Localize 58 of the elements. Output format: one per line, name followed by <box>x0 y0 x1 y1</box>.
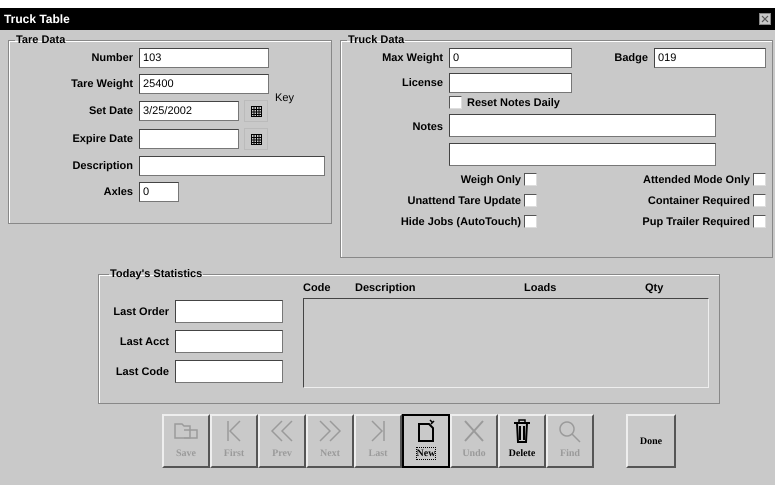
input-field[interactable] <box>449 143 716 166</box>
calendar-button[interactable] <box>244 128 268 150</box>
column-header: Qty <box>645 282 664 294</box>
column-header: Description <box>355 282 416 294</box>
group-title: Truck Data <box>347 34 406 46</box>
checkbox[interactable] <box>524 194 537 207</box>
input-field[interactable]: 3/25/2002 <box>139 101 239 121</box>
field-label: Last Acct <box>118 336 169 348</box>
field-label: Last Order <box>112 306 169 318</box>
checkbox-label: Reset Notes Daily <box>467 96 560 108</box>
checkbox-label: Weigh Only <box>460 174 521 186</box>
input-field[interactable] <box>175 330 283 353</box>
field-label: Set Date <box>88 105 133 117</box>
input-field[interactable]: 0 <box>449 48 572 68</box>
close-icon[interactable] <box>759 13 771 25</box>
key-label: Key <box>275 92 294 104</box>
input-field[interactable]: 103 <box>139 48 269 68</box>
field-label: Expire Date <box>71 133 133 145</box>
checkbox[interactable] <box>524 173 537 186</box>
checkbox[interactable] <box>753 194 766 207</box>
toolbar-button[interactable]: New <box>402 414 450 468</box>
field-label: Tare Weight <box>70 78 133 90</box>
checkbox[interactable] <box>524 215 537 228</box>
input-field[interactable] <box>139 129 239 149</box>
checkbox-label: Hide Jobs (AutoTouch) <box>400 216 521 228</box>
done-button[interactable]: Done <box>626 414 676 468</box>
input-field[interactable]: 019 <box>654 48 766 68</box>
group-title: Tare Data <box>15 34 66 46</box>
field-label: Last Code <box>114 366 169 378</box>
input-field[interactable] <box>139 156 325 176</box>
field-label: Badge <box>613 52 648 64</box>
group-title: Today's Statistics <box>109 268 204 280</box>
input-field[interactable] <box>175 360 283 383</box>
input-field[interactable] <box>175 300 283 323</box>
input-field[interactable] <box>449 73 572 93</box>
window-title: Truck Table <box>4 12 70 26</box>
checkbox-label: Container Required <box>648 194 750 206</box>
input-field[interactable]: 0 <box>139 182 179 202</box>
checkbox-label: Unattend Tare Update <box>408 194 521 206</box>
field-label: Max Weight <box>381 52 443 64</box>
field-label: License <box>401 77 443 89</box>
checkbox[interactable] <box>753 173 766 186</box>
calendar-icon <box>250 106 262 116</box>
input-field[interactable] <box>449 114 716 137</box>
input-field[interactable]: 25400 <box>139 74 269 94</box>
field-label: Axles <box>102 186 133 198</box>
column-header: Loads <box>524 282 556 294</box>
field-label: Number <box>90 52 133 64</box>
calendar-icon <box>250 134 262 144</box>
field-label: Notes <box>411 121 443 133</box>
checkbox[interactable] <box>753 215 766 228</box>
calendar-button[interactable] <box>244 100 268 122</box>
column-header: Code <box>303 282 330 294</box>
checkbox-label: Pup Trailer Required <box>642 216 750 228</box>
field-label: Description <box>71 160 133 172</box>
toolbar-button[interactable]: Delete <box>498 414 546 468</box>
checkbox-label: Attended Mode Only <box>643 174 750 186</box>
checkbox[interactable] <box>449 96 462 109</box>
